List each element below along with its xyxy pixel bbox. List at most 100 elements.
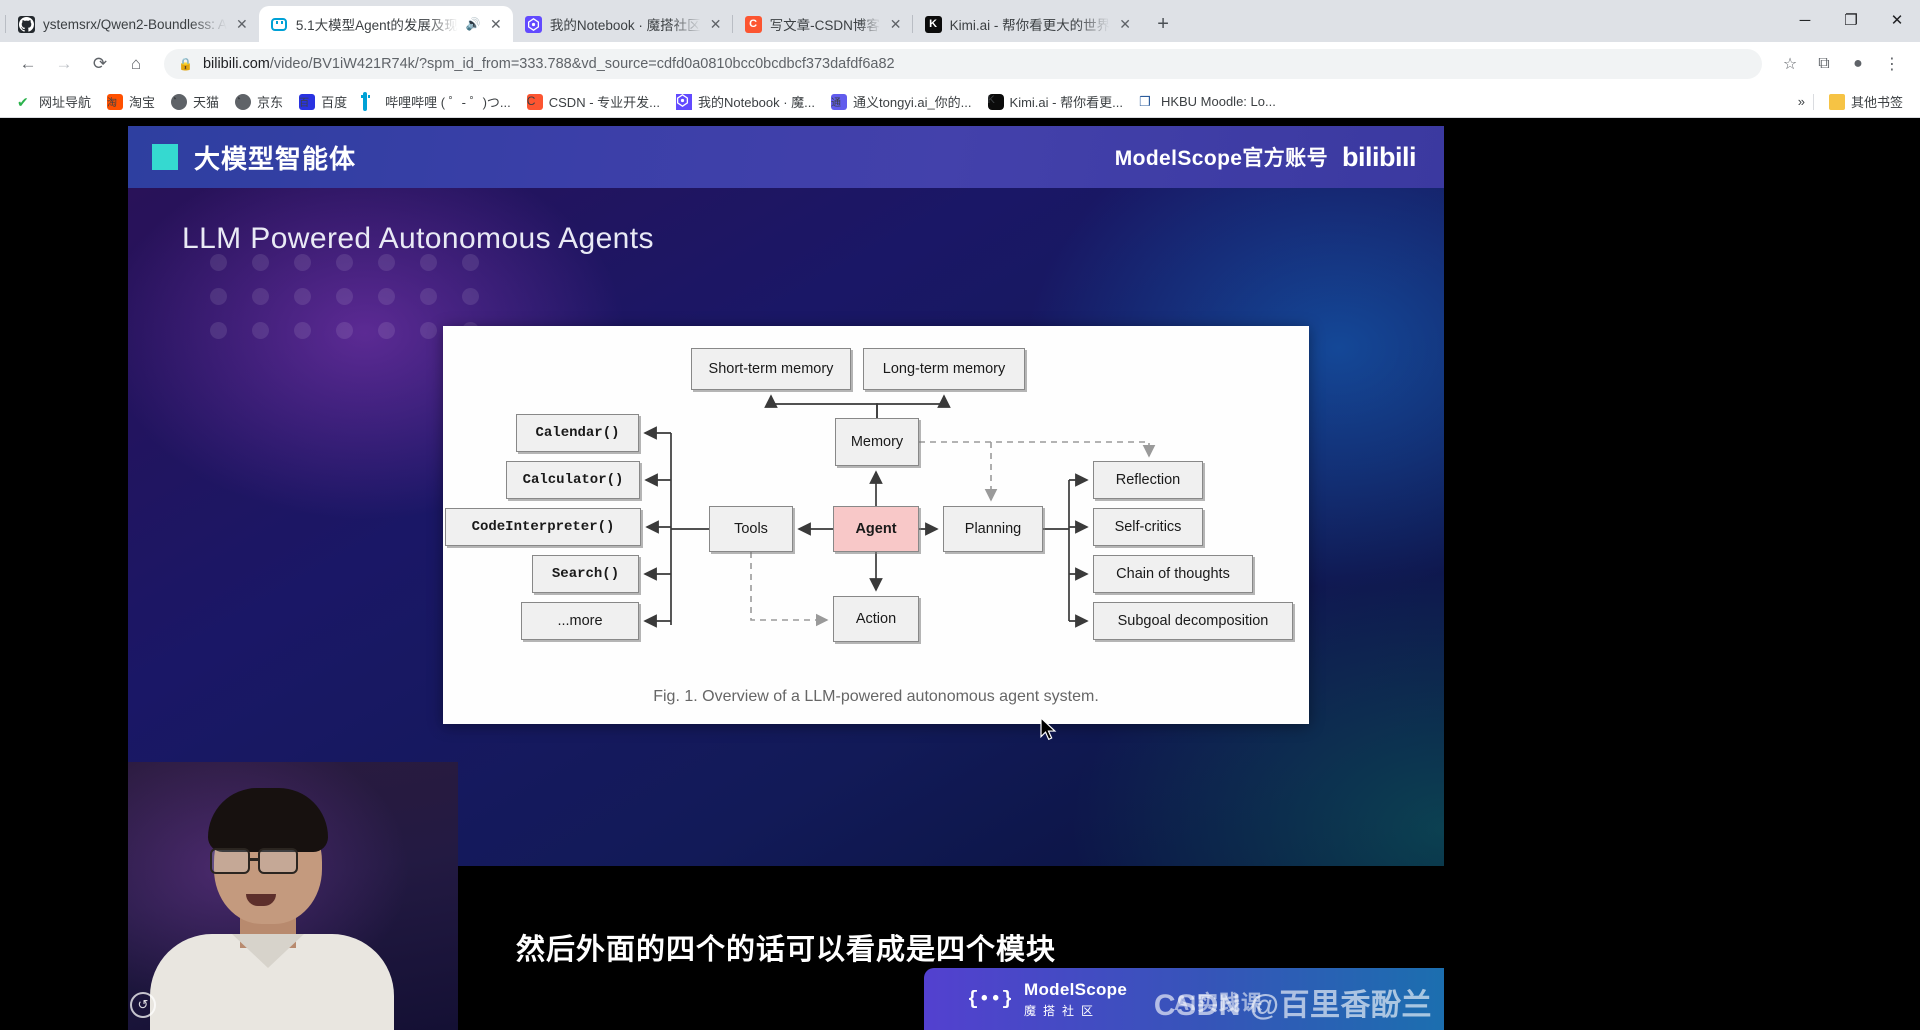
window-controls: ─ ❐ ✕ <box>1782 0 1920 40</box>
node-label: Agent <box>855 521 897 537</box>
video-player[interactable]: 大模型智能体 ModelScope官方账号 bilibili LLM Power… <box>128 118 1444 1030</box>
bookmark-label: 天猫 <box>193 95 220 110</box>
kimi-icon: K <box>987 93 1004 110</box>
tab-title: Kimi.ai - 帮你看更大的世界 <box>949 18 1111 33</box>
figure-node-planning: Planning <box>943 506 1043 552</box>
tab-title: ystemsrx/Qwen2-Boundless: A <box>43 16 227 32</box>
address-bar[interactable]: 🔒 bilibili.com/video/BV1iW421R74k/?spm_i… <box>164 49 1762 79</box>
bookmark-label: CSDN - 专业开发... <box>548 95 660 110</box>
bilibili-icon <box>363 91 380 111</box>
browser-tab-bilibili[interactable]: 5.1大模型Agent的发展及现 🔊 ✕ <box>258 6 513 42</box>
agent-architecture-figure: Short-term memory Long-term memory Memor… <box>443 326 1309 724</box>
modelscope-icon <box>524 15 542 33</box>
node-label: Chain of thoughts <box>1116 566 1230 582</box>
folder-icon <box>1828 93 1845 110</box>
bookmark-item-csdn[interactable]: C CSDN - 专业开发... <box>520 89 667 114</box>
bookmark-item-taobao[interactable]: 淘 淘宝 <box>100 89 162 114</box>
tab-title: 我的Notebook · 魔搭社区 <box>549 18 701 33</box>
slide-header-title: 大模型智能体 <box>194 143 357 174</box>
slide-title: LLM Powered Autonomous Agents <box>182 222 654 255</box>
window-maximize-button[interactable]: ❐ <box>1828 0 1874 40</box>
forward-button[interactable]: → <box>48 48 80 80</box>
bookmark-label: 网址导航 <box>39 95 92 110</box>
window-close-button[interactable]: ✕ <box>1874 0 1920 40</box>
node-label: CodeInterpreter() <box>471 519 615 535</box>
back-button[interactable]: ← <box>12 48 44 80</box>
browser-menu-button[interactable]: ⋮ <box>1876 48 1908 80</box>
browser-tab-csdn[interactable]: C 写文章-CSDN博客 ✕ <box>731 6 913 42</box>
figure-node-short-term-memory: Short-term memory <box>691 348 851 390</box>
window-minimize-button[interactable]: ─ <box>1782 0 1828 40</box>
bilibili-logo: bilibili <box>1342 141 1417 172</box>
divider <box>1812 93 1814 110</box>
player-rewind-button[interactable]: ↺ <box>130 992 156 1018</box>
bookmark-label: 哔哩哔哩 ( ゜- ゜)つ... <box>385 95 511 110</box>
tmall-icon: ◔ <box>171 93 188 110</box>
browser-tab-github[interactable]: ystemsrx/Qwen2-Boundless: A ✕ <box>5 6 259 42</box>
glasses-bridge-icon <box>250 858 260 861</box>
bookmark-item-other[interactable]: 其他书签 <box>1822 89 1910 114</box>
figure-node-search: Search() <box>532 555 639 593</box>
modelscope-brand-text: ModelScope官方账号 <box>1114 147 1328 170</box>
figure-node-more: ...more <box>521 602 639 640</box>
bookmarks-overflow-group: » 其他书签 <box>1798 89 1910 114</box>
node-label: Reflection <box>1115 472 1181 488</box>
bookmark-item-moodle[interactable]: ❒ HKBU Moodle: Lo... <box>1132 91 1283 113</box>
new-tab-button[interactable]: + <box>1148 9 1178 39</box>
bookmark-item-kimi[interactable]: K Kimi.ai - 帮你看更... <box>981 89 1130 114</box>
profile-avatar[interactable]: ● <box>1842 48 1874 80</box>
figure-node-agent: Agent <box>833 506 919 552</box>
bookmark-item-bilibili[interactable]: 哔哩哔哩 ( ゜- ゜)つ... <box>356 89 518 114</box>
glasses-left-lens-icon <box>210 848 250 874</box>
bookmark-label: HKBU Moodle: Lo... <box>1160 94 1276 109</box>
bookmark-item-jd[interactable]: ◔ 京东 <box>228 89 290 114</box>
url-path: /video/BV1iW421R74k/?spm_id_from=333.788… <box>269 56 895 72</box>
figure-node-calculator: Calculator() <box>506 461 640 499</box>
slide-header-brand: ModelScope官方账号 bilibili <box>1114 141 1417 173</box>
node-label: Planning <box>964 521 1022 537</box>
node-label: Action <box>855 611 897 627</box>
bookmark-item-tongyi[interactable]: 通 通义tongyi.ai_你的... <box>824 89 979 114</box>
bookmark-item-tmall[interactable]: ◔ 天猫 <box>164 89 226 114</box>
figure-node-long-term-memory: Long-term memory <box>863 348 1025 390</box>
figure-node-tools: Tools <box>709 506 793 552</box>
browser-window: ystemsrx/Qwen2-Boundless: A ✕ 5.1大模型Agen… <box>0 0 1920 1030</box>
csdn-icon: C <box>526 93 543 110</box>
bookmark-label: 百度 <box>321 95 348 110</box>
bookmarks-bar: ✔ 网址导航 淘 淘宝 ◔ 天猫 ◔ 京东 百 百度 哔哩哔哩 ( ゜- ゜)つ… <box>0 86 1920 118</box>
tab-close-icon[interactable]: ✕ <box>1118 17 1132 31</box>
presenter-webcam <box>128 762 458 1030</box>
bookmark-label: 淘宝 <box>129 95 156 110</box>
hao123-icon: ✔ <box>17 93 29 110</box>
modelscope-icon <box>675 93 692 110</box>
figure-node-action: Action <box>833 596 919 642</box>
split-screen-icon[interactable]: ⧉ <box>1808 48 1840 80</box>
tab-audio-icon[interactable]: 🔊 <box>466 17 481 31</box>
home-button[interactable]: ⌂ <box>120 48 152 80</box>
bookmarks-overflow-button[interactable]: » <box>1798 94 1805 109</box>
tongyi-icon: 通 <box>831 93 848 110</box>
browser-tab-kimi[interactable]: K Kimi.ai - 帮你看更大的世界 ✕ <box>911 6 1143 42</box>
page-content: 大模型智能体 ModelScope官方账号 bilibili LLM Power… <box>0 118 1920 1030</box>
tab-close-icon[interactable]: ✕ <box>235 17 249 31</box>
node-label: Search() <box>551 566 620 582</box>
bookmark-item-modelscope[interactable]: 我的Notebook · 魔... <box>669 89 822 114</box>
bookmark-item-baidu[interactable]: 百 百度 <box>292 89 354 114</box>
tab-close-icon[interactable]: ✕ <box>709 17 723 31</box>
bookmark-label: 我的Notebook · 魔... <box>697 95 816 110</box>
tab-close-icon[interactable]: ✕ <box>889 17 903 31</box>
bookmark-item-hao123[interactable]: ✔ 网址导航 <box>10 89 98 114</box>
bookmark-star-icon[interactable]: ☆ <box>1774 48 1806 80</box>
jd-icon: ◔ <box>235 93 252 110</box>
figure-node-subgoal-decomposition: Subgoal decomposition <box>1093 602 1293 640</box>
github-icon <box>18 15 35 33</box>
watermark-text-group: ModelScope 魔搭社区 <box>1024 980 1127 1019</box>
reload-button[interactable]: ⟳ <box>84 48 116 80</box>
tab-close-icon[interactable]: ✕ <box>489 17 503 31</box>
figure-node-self-critics: Self-critics <box>1093 508 1203 546</box>
browser-tab-modelscope[interactable]: 我的Notebook · 魔搭社区 ✕ <box>513 6 733 42</box>
figure-caption: Fig. 1. Overview of a LLM-powered autono… <box>653 688 1099 705</box>
tab-title: 写文章-CSDN博客 <box>769 18 880 33</box>
tab-strip: ystemsrx/Qwen2-Boundless: A ✕ 5.1大模型Agen… <box>0 0 1920 42</box>
node-label: Subgoal decomposition <box>1117 613 1269 629</box>
